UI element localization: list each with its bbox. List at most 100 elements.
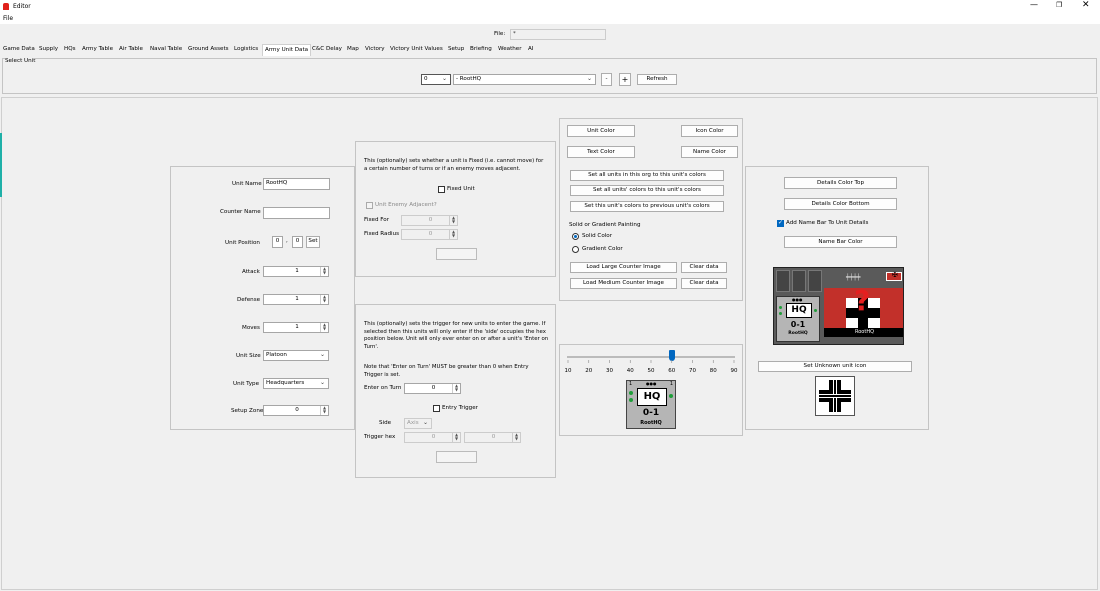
attack-label: Attack — [242, 269, 260, 275]
clear-large-button[interactable]: Clear data — [681, 262, 727, 273]
unit-select[interactable]: - RootHQ — [453, 74, 596, 85]
tab-map[interactable]: Map — [347, 46, 359, 52]
entry-trigger-checkbox[interactable] — [433, 405, 440, 412]
spin-arrows-icon[interactable]: ▲ ▼ — [320, 267, 328, 276]
details-color-bottom-button[interactable]: Details Color Bottom — [784, 198, 897, 210]
spin-arrows-icon[interactable]: ▲ ▼ — [320, 295, 328, 304]
app-icon — [3, 3, 9, 10]
counter-dots: ●●● — [646, 381, 657, 386]
medium-counter: 1 1 ●●● HQ 0-1 RootHQ — [626, 380, 676, 429]
set-unknown-icon-button[interactable]: Set Unknown unit icon — [758, 361, 912, 372]
set-all-colors-button[interactable]: Set all units' colors to this unit's col… — [570, 185, 724, 196]
spin-arrows-icon[interactable]: ▲ ▼ — [512, 433, 520, 442]
tab-logistics[interactable]: Logistics — [234, 46, 258, 52]
tab-ai[interactable]: AI — [528, 46, 533, 52]
side-select[interactable]: Axis — [404, 418, 432, 429]
unit-size-select[interactable]: Platoon — [263, 350, 329, 361]
name-bar: RootHQ — [824, 328, 903, 337]
slider-tick-label: 20 — [585, 368, 592, 374]
file-field[interactable]: * — [510, 29, 606, 40]
spin-arrows-icon[interactable]: ▲ ▼ — [449, 230, 457, 239]
slider-tick-label: 10 — [565, 368, 572, 374]
load-medium-image-button[interactable]: Load Medium Counter Image — [570, 278, 677, 289]
icon-color-button[interactable]: Icon Color — [681, 125, 738, 137]
tab-victory[interactable]: Victory — [365, 46, 385, 52]
entry-trigger-label: Entry Trigger — [442, 405, 478, 411]
plus-button[interactable]: + — [619, 73, 631, 86]
spin-arrows-icon[interactable]: ▲ ▼ — [449, 216, 457, 225]
spin-arrows-icon[interactable]: ▲ ▼ — [452, 384, 460, 393]
led-green-icon — [779, 312, 782, 315]
tab-supply[interactable]: Supply — [39, 46, 58, 52]
tab-army-table[interactable]: Army Table — [82, 46, 113, 52]
tab-air-table[interactable]: Air Table — [119, 46, 143, 52]
unit-name-label: Unit Name — [232, 181, 262, 187]
tab-c-c-delay[interactable]: C&C Delay — [312, 46, 342, 52]
fixed-apply-button[interactable] — [436, 248, 477, 260]
minimize-icon[interactable]: — — [1030, 0, 1038, 9]
close-icon[interactable]: ✕ — [1082, 0, 1090, 10]
set-org-colors-button[interactable]: Set all units in this org to this unit's… — [570, 170, 724, 181]
slider-tick-label: 70 — [689, 368, 696, 374]
gradient-color-radio[interactable] — [572, 246, 579, 253]
setup-zone-value: 0 — [295, 407, 299, 413]
name-bar-color-button[interactable]: Name Bar Color — [784, 236, 897, 248]
led-green-icon — [629, 398, 633, 402]
tab-weather[interactable]: Weather — [498, 46, 522, 52]
unit-index-select[interactable]: 0 — [421, 74, 451, 85]
minus-button[interactable]: - — [601, 73, 612, 86]
position-y-input[interactable]: 0 — [292, 236, 303, 248]
spin-arrows-icon[interactable]: ▲ ▼ — [320, 406, 328, 415]
tab-naval-table[interactable]: Naval Table — [150, 46, 182, 52]
attack-spinner[interactable]: 1 ▲ ▼ — [263, 266, 329, 277]
tab-hqs[interactable]: HQs — [64, 46, 76, 52]
enemy-adjacent-label: Unit Enemy Adjacent? — [375, 202, 437, 208]
solid-color-label: Solid Color — [582, 233, 613, 239]
add-name-bar-checkbox[interactable]: ✓ — [777, 219, 784, 227]
tab-game-data[interactable]: Game Data — [3, 46, 35, 52]
trigger-apply-button[interactable] — [436, 451, 477, 463]
tab-ground-assets[interactable]: Ground Assets — [188, 46, 229, 52]
setup-zone-label: Setup Zone — [231, 408, 264, 414]
enter-on-turn-label: Enter on Turn — [364, 385, 402, 391]
unknown-unit-icon[interactable] — [815, 376, 855, 416]
file-label: File: — [494, 31, 506, 37]
text-color-button[interactable]: Text Color — [567, 146, 635, 158]
solid-color-radio[interactable] — [572, 233, 579, 240]
fixed-unit-checkbox[interactable] — [438, 186, 445, 193]
attack-value: 1 — [295, 268, 299, 274]
details-color-top-button[interactable]: Details Color Top — [784, 177, 897, 189]
unit-type-select[interactable]: Headquarters — [263, 378, 329, 389]
fixed-radius-spinner[interactable]: 0 ▲ ▼ — [401, 229, 458, 240]
tab-victory-unit-values[interactable]: Victory Unit Values — [390, 46, 443, 52]
refresh-button[interactable]: Refresh — [637, 74, 677, 85]
size-slider-track[interactable] — [567, 356, 735, 358]
trigger-hex-label: Trigger hex — [364, 434, 396, 440]
unit-name-input[interactable]: RootHQ — [263, 178, 330, 190]
spin-arrows-icon[interactable]: ▲ ▼ — [452, 433, 460, 442]
tab-briefing[interactable]: Briefing — [470, 46, 492, 52]
enter-on-turn-spinner[interactable]: 0 ▲ ▼ — [404, 383, 461, 394]
spin-arrows-icon[interactable]: ▲ ▼ — [320, 323, 328, 332]
enemy-adjacent-checkbox[interactable] — [366, 202, 373, 209]
tab-setup[interactable]: Setup — [448, 46, 464, 52]
moves-spinner[interactable]: 1 ▲ ▼ — [263, 322, 329, 333]
counter-top-slot — [808, 270, 822, 292]
unit-color-button[interactable]: Unit Color — [567, 125, 635, 137]
tab-army-unit-data[interactable]: Army Unit Data — [262, 44, 312, 56]
load-large-image-button[interactable]: Load Large Counter Image — [570, 262, 677, 273]
defense-spinner[interactable]: 1 ▲ ▼ — [263, 294, 329, 305]
flag-icon: ✠ — [886, 271, 902, 281]
clear-medium-button[interactable]: Clear data — [681, 278, 727, 289]
set-previous-colors-button[interactable]: Set this unit's colors to previous unit'… — [570, 201, 724, 212]
menu-file[interactable]: File — [3, 15, 13, 22]
name-color-button[interactable]: Name Color — [681, 146, 738, 158]
set-position-button[interactable]: Set — [306, 236, 320, 248]
trigger-hex-x-spinner[interactable]: 0 ▲ ▼ — [404, 432, 461, 443]
position-x-input[interactable]: 0 — [272, 236, 283, 248]
fixed-for-spinner[interactable]: 0 ▲ ▼ — [401, 215, 458, 226]
counter-name-input[interactable] — [263, 207, 330, 219]
restore-icon[interactable]: ❐ — [1056, 1, 1062, 9]
setup-zone-spinner[interactable]: 0 ▲ ▼ — [263, 405, 329, 416]
trigger-hex-y-spinner[interactable]: 0 ▲ ▼ — [464, 432, 521, 443]
